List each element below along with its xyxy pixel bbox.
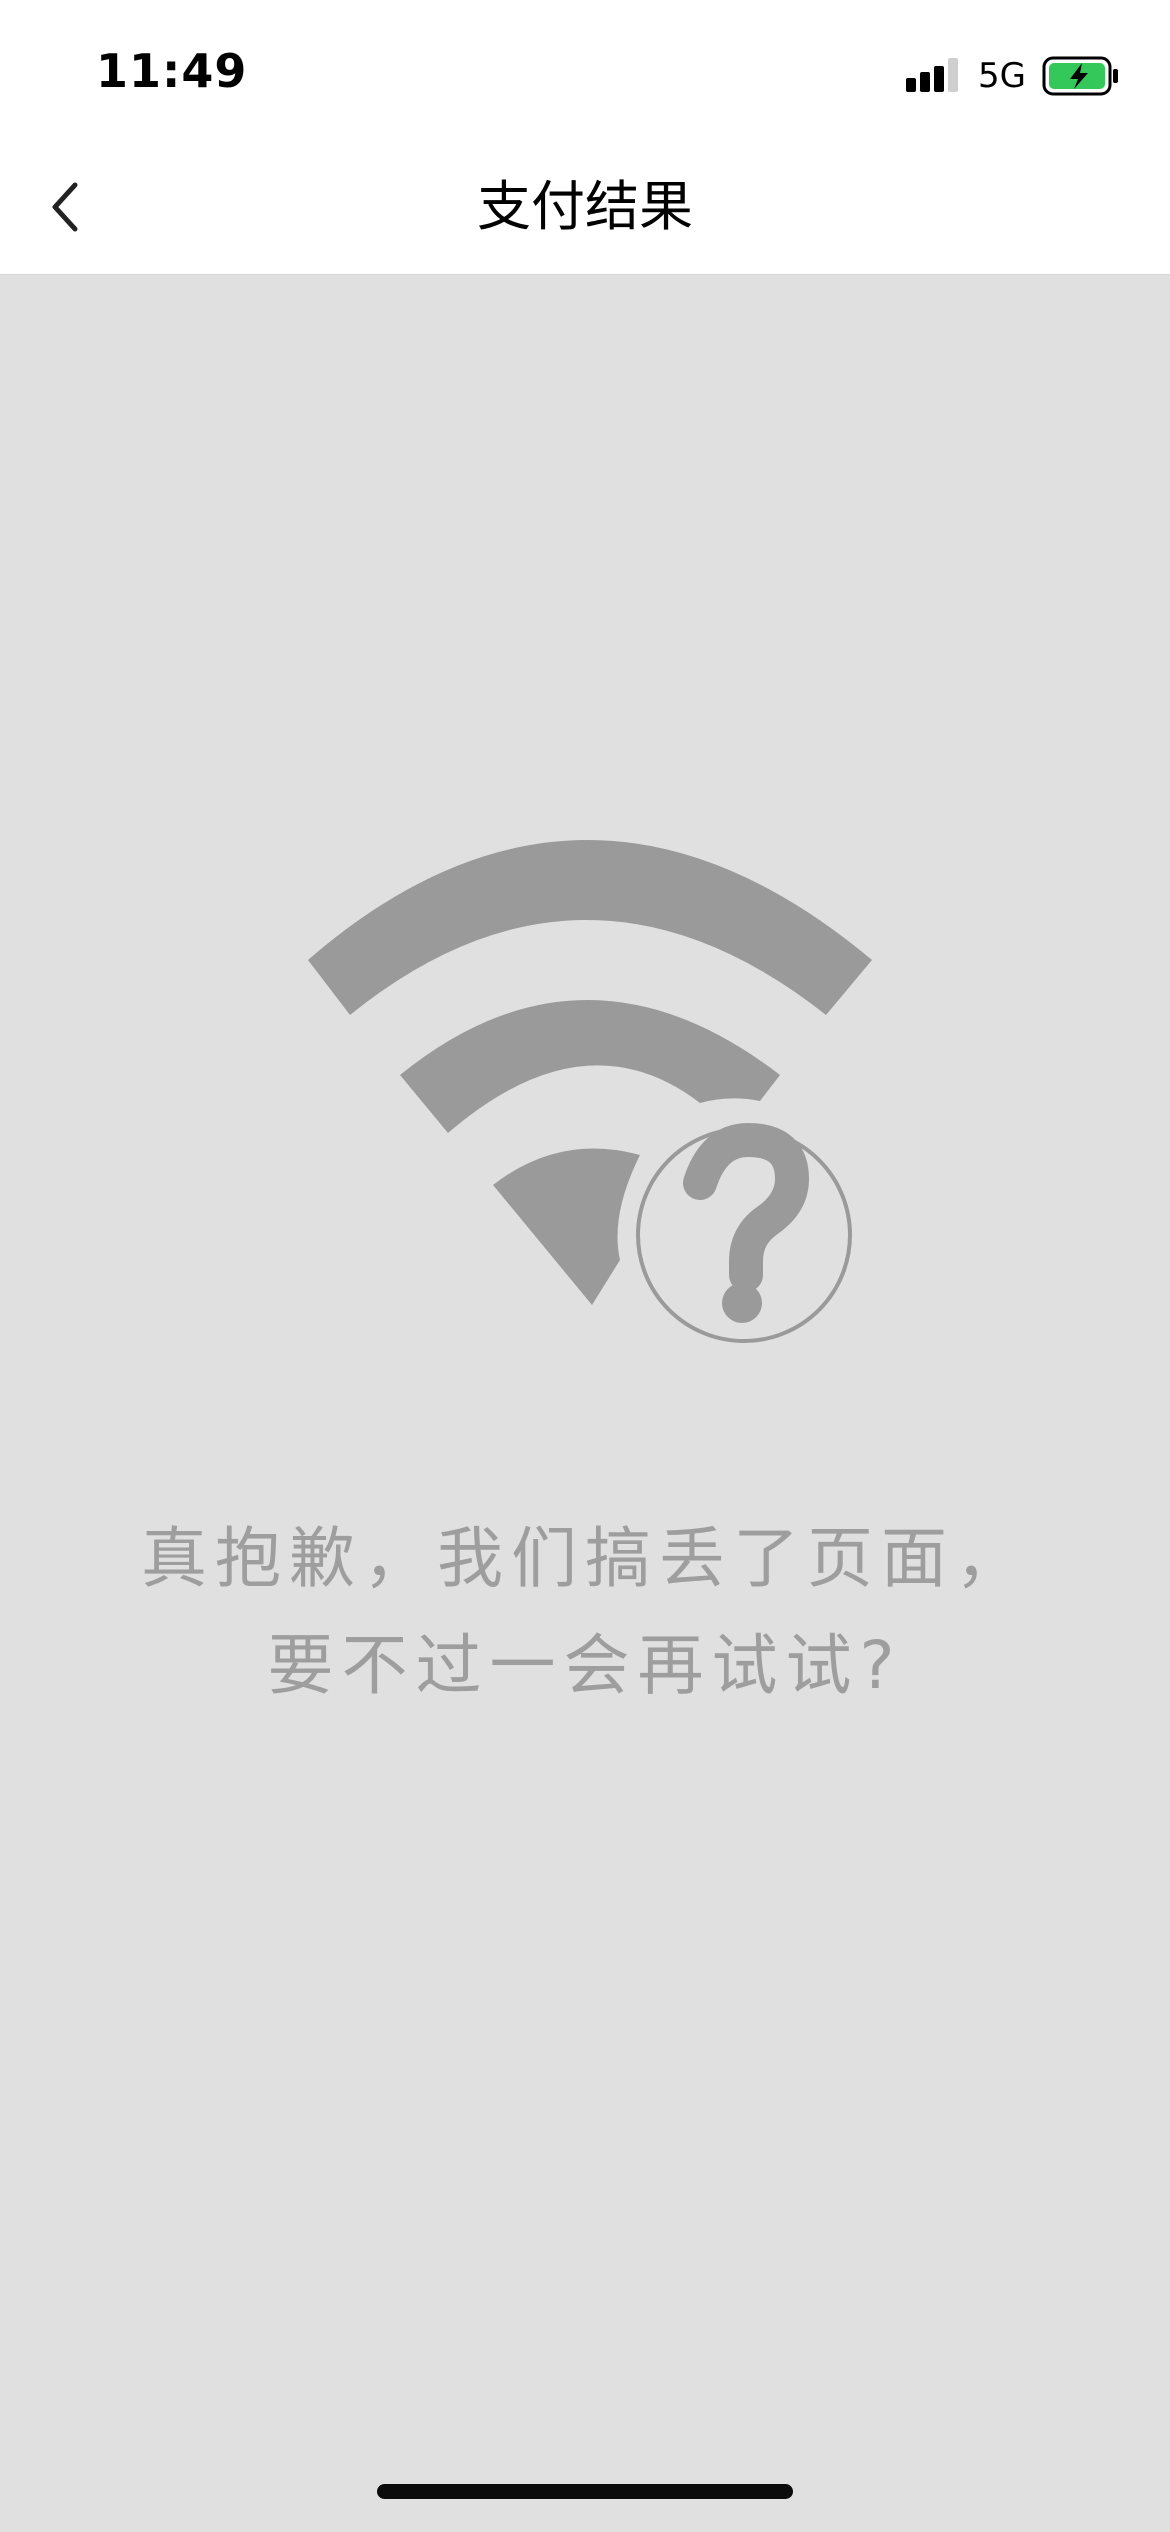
- error-message-line-2: 要不过一会再试试?: [267, 1627, 903, 1704]
- status-icons: 5G: [904, 50, 1120, 102]
- status-time: 11:49: [96, 44, 248, 98]
- network-type-label: 5G: [978, 56, 1026, 96]
- status-bar: 11:49 5G: [0, 0, 1170, 140]
- home-indicator[interactable]: [377, 2484, 793, 2499]
- signal-strength-icon: [906, 58, 959, 92]
- navigation-bar: 支付结果: [0, 140, 1170, 275]
- error-message-line-1: 真抱歉，我们搞丢了页面，: [141, 1520, 1029, 1597]
- wifi-question-icon: [308, 840, 872, 1343]
- battery-charging-icon: [1042, 56, 1118, 96]
- page-title: 支付结果: [477, 175, 693, 238]
- error-content: 真抱歉，我们搞丢了页面， 要不过一会再试试?: [0, 275, 1170, 2532]
